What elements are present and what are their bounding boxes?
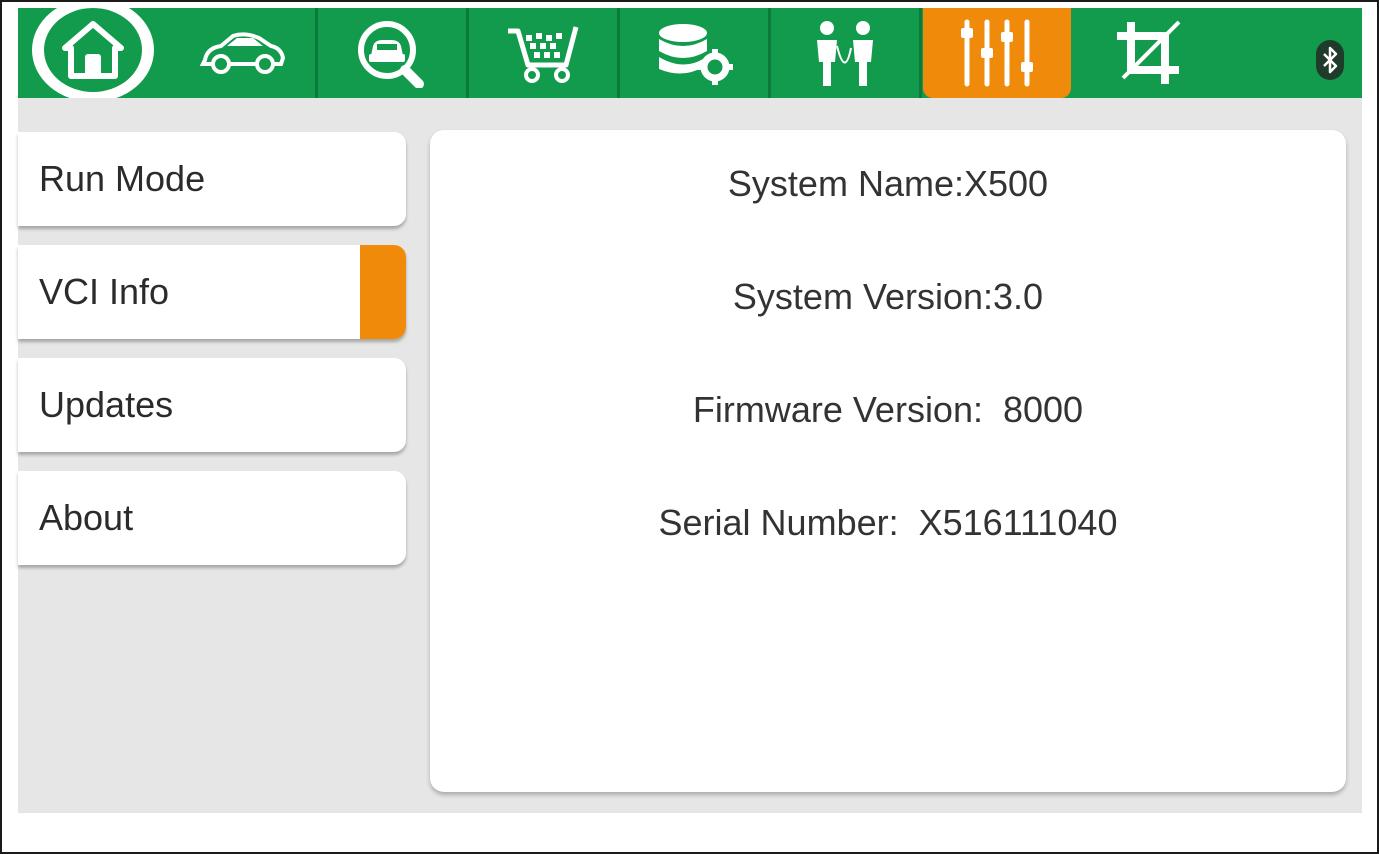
tab-remote-assist[interactable] [772,8,922,98]
menu-item-label: Run Mode [39,158,206,199]
tab-vehicle-search[interactable] [319,8,469,98]
tab-crop[interactable] [1074,8,1222,98]
menu-item-label: VCI Info [39,271,170,312]
car-icon [197,28,287,78]
home-icon [44,8,142,92]
tab-vehicle-diagnosis[interactable] [168,8,318,98]
serial-number: Serial Number: X516111040 [658,502,1118,543]
tab-data-settings[interactable] [621,8,771,98]
bluetooth-icon [1316,40,1344,80]
tab-shop[interactable] [470,8,620,98]
top-toolbar [18,2,1362,102]
vci-info-panel: System Name:X500 System Version:3.0 Firm… [430,130,1346,792]
menu-item-vci-info[interactable]: VCI Info [18,245,406,339]
menu-item-about[interactable]: About [18,471,406,565]
app-window: Run Mode VCI Info Updates About System N… [0,0,1379,854]
active-indicator [360,245,406,339]
menu-item-updates[interactable]: Updates [18,358,406,452]
shopping-cart-icon [504,21,584,85]
tab-settings[interactable] [923,8,1071,98]
firmware-version: Firmware Version: 8000 [692,389,1084,430]
crop-icon [1113,18,1183,88]
home-button[interactable] [32,2,154,102]
menu-item-label: Updates [39,384,174,425]
database-settings-icon [653,21,737,85]
system-version: System Version:3.0 [732,276,1044,317]
content-area: Run Mode VCI Info Updates About System N… [18,98,1362,813]
remote-assist-icon [811,18,881,88]
car-search-icon [353,18,433,88]
menu-item-run-mode[interactable]: Run Mode [18,132,406,226]
settings-sliders-icon [957,18,1037,88]
menu-item-label: About [39,497,134,538]
system-name: System Name:X500 [727,163,1049,204]
